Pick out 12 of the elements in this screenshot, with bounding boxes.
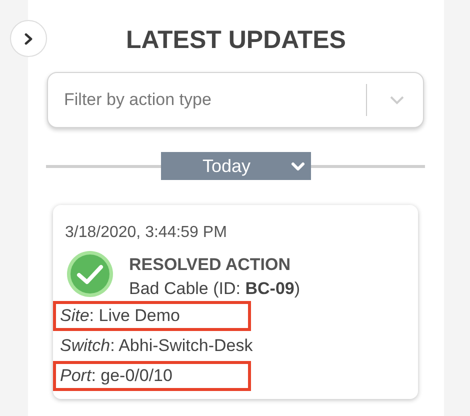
- date-group-toggle[interactable]: Today: [160, 152, 310, 180]
- panel-title: LATEST UPDATES: [125, 25, 347, 56]
- update-summary: Bad Cable (ID: BC-09): [129, 278, 300, 300]
- detail-line: Switch: Abhi-Switch-Desk: [59, 335, 254, 357]
- chevron-down-icon: [290, 162, 305, 170]
- filter-dropdown[interactable]: Filter by action type: [47, 72, 424, 128]
- expand-button[interactable]: [10, 20, 47, 57]
- chevron-down-icon: [389, 95, 405, 105]
- update-heading: RESOLVED ACTION: [129, 254, 292, 276]
- chevron-right-icon: [24, 32, 33, 44]
- timestamp: 3/18/2020, 3:44:59 PM: [65, 223, 228, 243]
- check-circle-icon: [65, 249, 115, 299]
